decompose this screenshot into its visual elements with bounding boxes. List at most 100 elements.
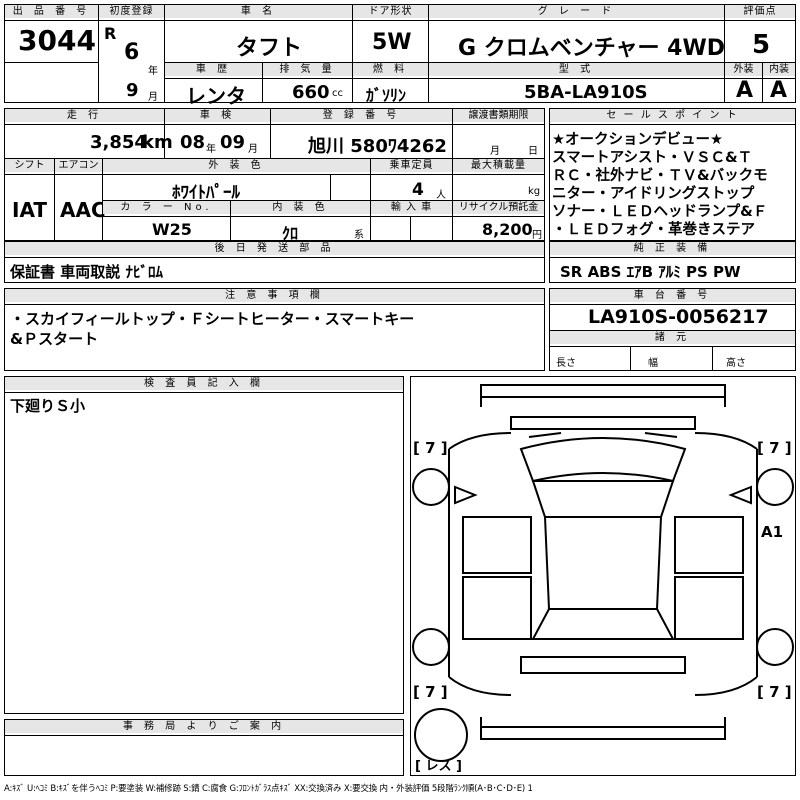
inspection-month: 09	[220, 132, 246, 153]
shift-label: シフト	[5, 159, 54, 172]
recycle-label: リサイクル預託金	[453, 201, 544, 214]
door-type: 5W	[372, 30, 412, 55]
legend: A:ｷｽﾞ U:ﾍｺﾐ B:ｷｽﾞを伴うﾍｺﾐ P:要塗装 W:補修跡 S:錆 …	[4, 784, 533, 794]
inspector-value: 下廻りＳ小	[10, 397, 86, 415]
front-bumper-lip	[480, 396, 726, 407]
displacement-label: 排 気 量	[263, 63, 352, 76]
inspection-year-unit: 年	[206, 144, 216, 155]
history-label: 車 歴	[165, 63, 262, 76]
import-label: 輸 入 車	[371, 201, 452, 214]
office-label: 事 務 局 よ り ご 案 内	[5, 720, 403, 733]
inspection-label: 車 検	[165, 109, 270, 122]
capacity-unit: 人	[436, 190, 446, 201]
color-no-value: W25	[152, 220, 192, 239]
equipment-value: SR ABS ｴｱB ｱﾙﾐ PS PW	[560, 263, 741, 281]
right-rear-door	[674, 576, 744, 640]
car-diagram: [ 7 ] [ 7 ] [ 7 ] [ 7 ] [ レス ] A1	[410, 376, 796, 776]
recycle-value: 8,200	[482, 220, 533, 239]
wheel-fr	[756, 468, 794, 506]
first-reg-label: 初度登録	[99, 5, 164, 18]
reg-number-label: 登 録 番 号	[271, 109, 452, 122]
transfer-day-unit: 日	[528, 146, 538, 157]
model-code-label: 型 式	[429, 63, 724, 76]
spec-height-label: 高さ	[726, 358, 746, 369]
wheel-rl	[412, 628, 450, 666]
score-value: 5	[752, 30, 771, 60]
mark-rear-left: [ 7 ]	[413, 683, 448, 701]
right-front-door	[674, 516, 744, 574]
car-name: タフト	[236, 36, 303, 61]
era-letter: R	[104, 24, 117, 43]
rear-gate	[520, 656, 686, 674]
interior-color-label: 内 装 色	[231, 201, 370, 214]
color-label: 外 装 色	[103, 159, 370, 172]
displacement-unit: cc	[332, 88, 343, 99]
capacity-value: 4	[412, 180, 424, 200]
mark-spare: [ レス ]	[415, 759, 462, 774]
max-load-unit: kg	[528, 186, 541, 197]
color-value: ﾎﾜｲﾄﾊﾟｰﾙ	[172, 183, 240, 203]
grade-value: G クロムベンチャー 4WD	[458, 36, 725, 61]
notes-line: &Ｐスタート	[10, 330, 99, 348]
roof-front	[531, 480, 675, 518]
exterior-grade-label: 外装	[725, 63, 762, 76]
shift-value: IAT	[12, 198, 48, 222]
side-outline	[448, 449, 758, 677]
hood-lines	[528, 432, 678, 438]
equipment-label: 純 正 装 備	[550, 242, 795, 255]
first-reg-month: 9	[126, 80, 139, 101]
reg-number-value: 旭川 580ﾜ4262	[308, 136, 447, 157]
inspection-month-unit: 月	[248, 144, 258, 155]
rear-fenders	[448, 676, 758, 696]
color-no-label: カ ラ ー No.	[103, 201, 230, 214]
inspector-label: 検 査 員 記 入 欄	[5, 377, 403, 390]
spec-width-label: 幅	[648, 358, 658, 369]
transfer-docs-label: 譲渡書類期限	[453, 109, 544, 122]
notes-line: ・スカイフィールトップ・Ｆシートヒーター・スマートキー	[10, 310, 415, 328]
car-diagram-svg	[412, 384, 794, 762]
specs-label: 諸 元	[550, 331, 795, 344]
exterior-grade-value: A	[736, 78, 754, 103]
windshield	[519, 437, 687, 483]
history-value: レンタ	[186, 84, 246, 108]
lot-label: 出 品 番 号	[5, 5, 98, 18]
spare-tire	[414, 708, 468, 762]
aircon-value: AAC	[60, 198, 106, 222]
chassis-value: LA910S-0056217	[588, 306, 769, 328]
spec-length-label: 長さ	[556, 358, 576, 369]
front-bumper	[480, 384, 726, 397]
rear-bumper	[480, 727, 726, 740]
wheel-rr	[756, 628, 794, 666]
capacity-label: 乗車定員	[371, 159, 452, 172]
rear-window	[531, 608, 675, 640]
interior-color-unit: 系	[354, 230, 364, 241]
rear-bumper-lip	[480, 717, 726, 728]
left-rear-door	[462, 576, 532, 640]
roof	[543, 516, 663, 610]
chassis-label: 車 台 番 号	[550, 289, 795, 302]
later-parts-label: 後 日 発 送 部 品	[5, 242, 544, 255]
mark-right-door: A1	[761, 523, 784, 541]
mileage-unit: km	[142, 132, 173, 153]
grade-label: グ レ ー ド	[429, 5, 724, 18]
fuel-value: ｶﾞｿﾘﾝ	[366, 86, 407, 105]
recycle-unit: 円	[532, 230, 542, 241]
aircon-label: エアコン	[55, 159, 102, 172]
car-name-label: 車 名	[165, 5, 352, 18]
later-parts-value: 保証書 車両取説 ﾅﾋﾞﾛﾑ	[10, 263, 163, 281]
sales-point-line: ・ＬＥＤフォグ・革巻きステア	[552, 222, 755, 238]
first-reg-month-unit: 月	[148, 92, 158, 103]
wheel-fl	[412, 468, 450, 506]
lot-number: 3044	[18, 24, 96, 57]
first-reg-year-unit: 年	[148, 66, 158, 77]
interior-grade-label: 内装	[763, 63, 795, 76]
left-front-door	[462, 516, 532, 574]
max-load-label: 最大積載量	[453, 159, 544, 172]
mileage-value: 3,854	[90, 132, 147, 153]
mark-front-left: [ 7 ]	[413, 439, 448, 457]
mark-rear-right: [ 7 ]	[757, 683, 792, 701]
interior-grade-value: A	[770, 78, 788, 103]
inspection-year: 08	[180, 132, 206, 153]
transfer-month-unit: 月	[490, 146, 500, 157]
sales-points-label: セ ー ル ス ポ イ ン ト	[550, 109, 795, 122]
